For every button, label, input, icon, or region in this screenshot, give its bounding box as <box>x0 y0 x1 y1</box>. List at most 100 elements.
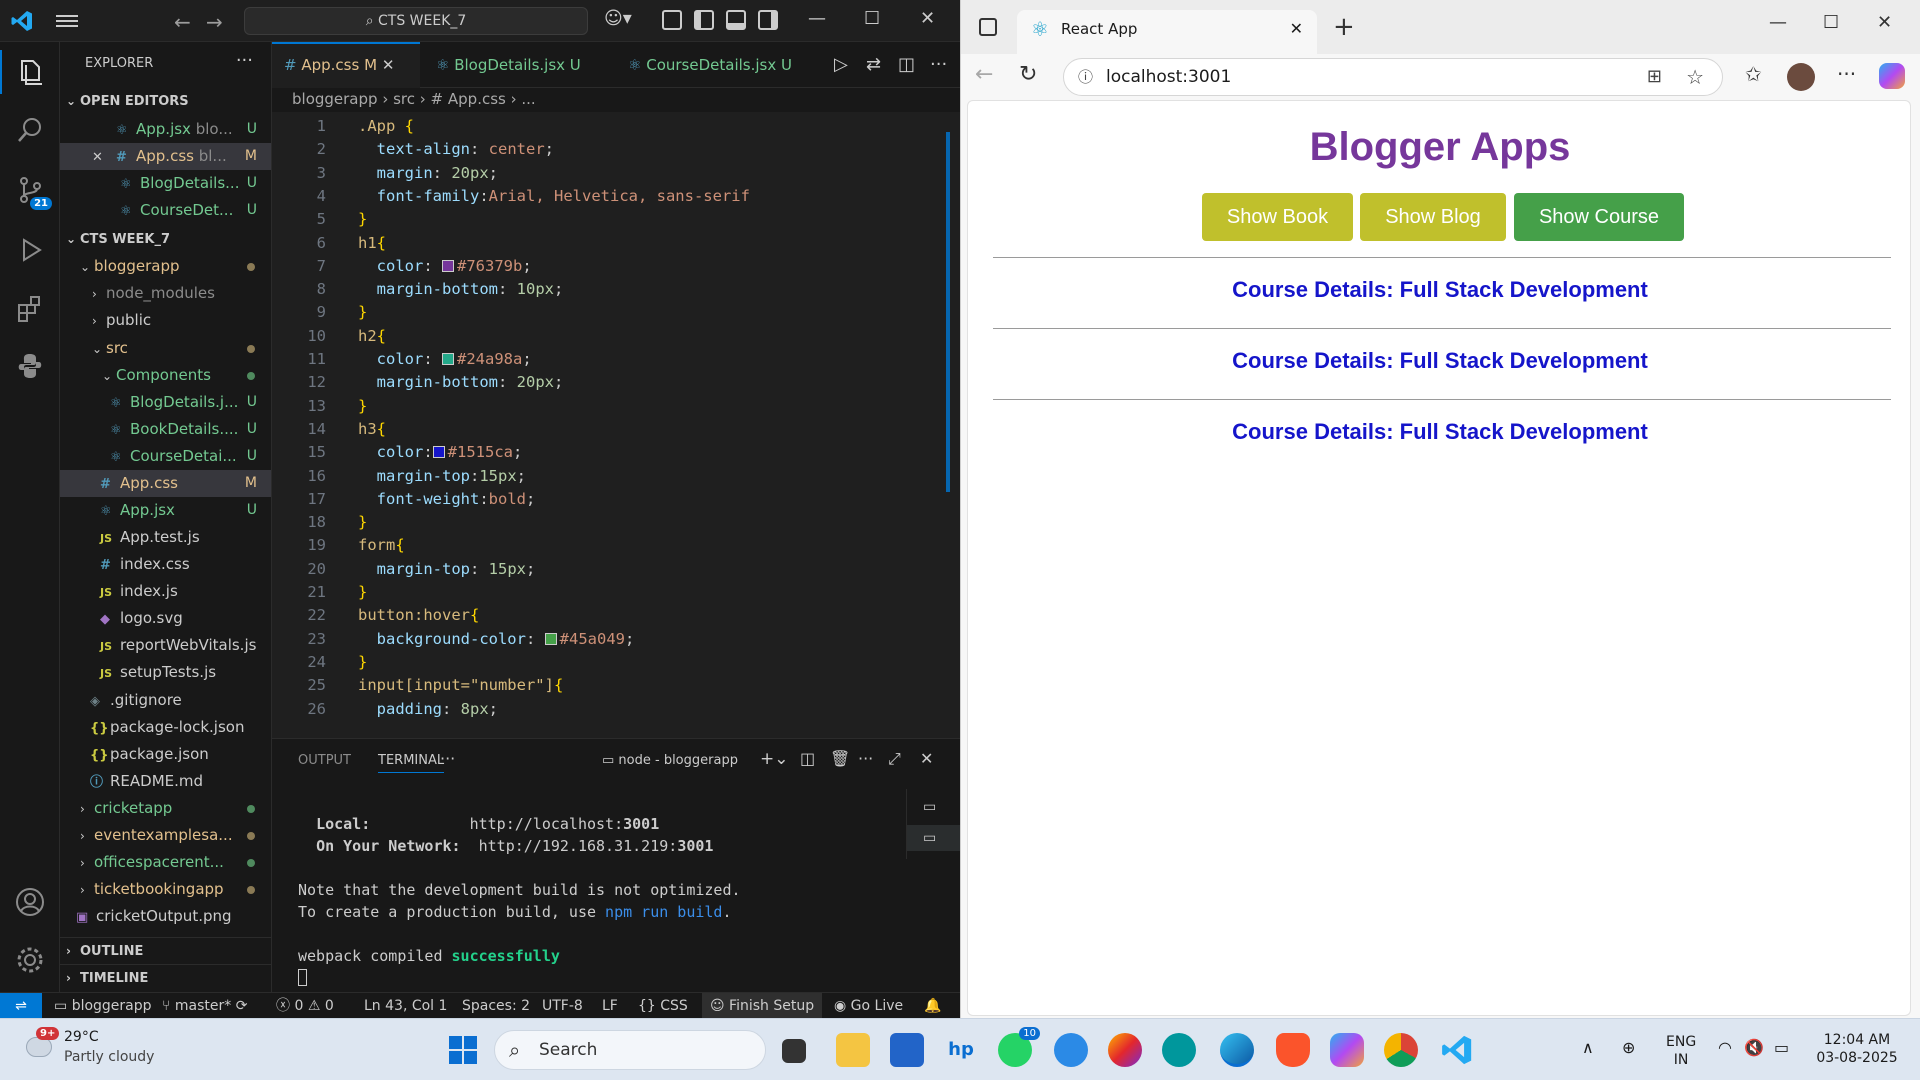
workspace-header[interactable]: ⌄ CTS WEEK_7 <box>60 226 271 253</box>
code-line[interactable]: 6 h1{ <box>272 231 912 255</box>
taskbar-search[interactable]: ⌕ Search <box>494 1030 766 1070</box>
brave-icon[interactable] <box>1276 1033 1310 1067</box>
tab-app-css[interactable]: # App.css M ✕ <box>272 42 420 88</box>
copilot-icon[interactable] <box>1879 63 1905 89</box>
code-line[interactable]: 16 margin-top:15px; <box>272 464 912 488</box>
status-branch[interactable]: ⑂ master* ⟳ <box>162 993 247 1019</box>
status-language[interactable]: {} CSS <box>638 993 688 1019</box>
code-line[interactable]: 23 background-color: #45a049; <box>272 627 912 651</box>
close-editor-icon[interactable]: ✕ <box>92 144 116 170</box>
open-editor-item[interactable]: ⚛ App.jsx blo... U <box>60 116 271 143</box>
code-line[interactable]: 1 .App { <box>272 114 912 138</box>
sync-icon[interactable]: ⟳ <box>236 998 248 1014</box>
terminal-instance-icon[interactable]: ▭ <box>907 825 961 851</box>
close-window-icon[interactable]: ✕ <box>920 8 935 29</box>
command-center-search[interactable]: ⌕ CTS WEEK_7 <box>244 7 588 35</box>
wifi-icon[interactable]: ◠ <box>1718 1039 1732 1057</box>
tree-folder[interactable]: › eventexamplesa... <box>60 822 271 849</box>
more-actions-icon[interactable]: ··· <box>918 42 959 88</box>
profile-avatar[interactable] <box>1787 63 1815 91</box>
edge-icon[interactable] <box>1220 1033 1254 1067</box>
python-icon[interactable] <box>14 350 46 382</box>
code-line[interactable]: 25 input[input="number"]{ <box>272 673 912 697</box>
open-editors-header[interactable]: ⌄ OPEN EDITORS <box>60 88 271 115</box>
tree-file[interactable]: JS index.js <box>60 578 271 605</box>
app-available-icon[interactable]: ⊞ <box>1647 59 1662 95</box>
tree-file[interactable]: JS App.test.js <box>60 524 271 551</box>
arduino-icon[interactable] <box>1162 1033 1196 1067</box>
tree-file[interactable]: ▣ cricketOutput.png <box>60 903 271 930</box>
tab-output[interactable]: OUTPUT <box>298 753 351 768</box>
microsoft-store-icon[interactable] <box>890 1033 924 1067</box>
favorites-icon[interactable]: ✩ <box>1745 62 1762 86</box>
code-line[interactable]: 5} <box>272 207 912 231</box>
show-blog-button[interactable]: Show Blog <box>1360 193 1506 241</box>
code-line[interactable]: 10 h2{ <box>272 324 912 348</box>
code-line[interactable]: 2 text-align: center; <box>272 137 912 161</box>
color-swatch[interactable] <box>544 632 557 645</box>
task-view-icon[interactable] <box>782 1039 806 1063</box>
tree-folder[interactable]: ⌄ Components <box>60 362 271 389</box>
close-tab-icon[interactable]: ✕ <box>1290 10 1303 48</box>
timeline-header[interactable]: › TIMELINE <box>60 964 271 991</box>
hp-icon[interactable]: hp <box>944 1033 978 1067</box>
terminal-output[interactable]: Local: http://localhost:3001 On Your Net… <box>298 813 741 989</box>
close-tab-icon[interactable]: ✕ <box>382 56 395 74</box>
status-encoding[interactable]: UTF-8 <box>542 993 583 1019</box>
code-line[interactable]: 21} <box>272 580 912 604</box>
tree-file[interactable]: ⓘ README.md <box>60 768 271 795</box>
editor-scrollbar[interactable] <box>946 132 950 492</box>
tree-file[interactable]: # index.css <box>60 551 271 578</box>
color-swatch[interactable] <box>442 353 454 365</box>
volume-muted-icon[interactable]: 🔇 <box>1744 1039 1764 1057</box>
code-line[interactable]: 11 color: #24a98a; <box>272 347 912 371</box>
status-eol[interactable]: LF <box>602 993 618 1019</box>
code-line[interactable]: 9} <box>272 300 912 324</box>
split-terminal-icon[interactable]: ◫ <box>800 749 815 768</box>
terminal-selector[interactable]: ▭ node - bloggerapp <box>602 753 738 768</box>
tree-file[interactable]: {}package.json <box>60 741 271 768</box>
code-line[interactable]: 26 padding: 8px; <box>272 697 912 721</box>
status-spaces[interactable]: Spaces: 2 <box>462 993 530 1019</box>
tab-terminal[interactable]: TERMINAL <box>378 753 445 773</box>
tree-file[interactable]: ◆ logo.svg <box>60 605 271 632</box>
code-line[interactable]: 17 font-weight:bold; <box>272 487 912 511</box>
code-editor[interactable]: 1 .App {2 text-align: center; 3 margin: 20… <box>272 112 960 738</box>
code-line[interactable]: 20 margin-top: 15px; <box>272 557 912 581</box>
outline-header[interactable]: › OUTLINE <box>60 937 271 964</box>
maximize-icon[interactable]: ☐ <box>1823 12 1839 33</box>
close-panel-icon[interactable]: ✕ <box>920 749 933 768</box>
tree-folder[interactable]: › officespacerent... <box>60 849 271 876</box>
show-hidden-icons-chevron[interactable]: ∧ <box>1582 1039 1594 1057</box>
status-repo[interactable]: ▭ bloggerapp <box>54 993 152 1019</box>
run-debug-icon[interactable] <box>14 234 46 266</box>
settings-more-icon[interactable]: ··· <box>1837 62 1856 86</box>
panel-more-icon[interactable]: ··· <box>440 749 455 768</box>
battery-icon[interactable]: ▭ <box>1774 1039 1789 1057</box>
source-control-icon[interactable]: 21 <box>14 174 52 210</box>
notifications-bell-icon[interactable]: 🔔 <box>924 993 941 1019</box>
code-line[interactable]: 19 form{ <box>272 533 912 557</box>
tree-file[interactable]: ◈ .gitignore <box>60 687 271 714</box>
explorer-more-icon[interactable]: ··· <box>236 50 253 71</box>
code-line[interactable]: 7 color: #76379b; <box>272 254 912 278</box>
breadcrumb-item[interactable]: bloggerapp <box>292 90 378 108</box>
menu-icon[interactable] <box>56 12 78 30</box>
explorer-icon[interactable] <box>0 50 46 94</box>
show-book-button[interactable]: Show Book <box>1202 193 1353 241</box>
tree-folder[interactable]: ⌄ bloggerapp <box>60 253 271 280</box>
help-icon[interactable] <box>1054 1033 1088 1067</box>
minimize-icon[interactable]: — <box>808 8 826 29</box>
tree-file[interactable]: ⚛ App.jsx U <box>60 497 271 524</box>
tree-folder[interactable]: › public <box>60 307 271 334</box>
open-editor-item[interactable]: ⚛ BlogDetails... U <box>60 170 271 197</box>
language-indicator[interactable]: ENG IN <box>1666 1033 1696 1069</box>
address-bar[interactable]: ⓘ localhost:3001 ⊞ ☆ <box>1063 58 1723 96</box>
toggle-secondary-sidebar-icon[interactable] <box>758 10 778 30</box>
start-windows-icon[interactable] <box>446 1033 480 1067</box>
close-window-icon[interactable]: ✕ <box>1877 12 1892 33</box>
chrome-icon[interactable] <box>1384 1033 1418 1067</box>
browser-tab-react-app[interactable]: ⚛ React App ✕ <box>1017 10 1317 54</box>
whatsapp-icon[interactable]: 10 <box>998 1027 1040 1067</box>
panel-overflow-icon[interactable]: ··· <box>858 749 873 768</box>
